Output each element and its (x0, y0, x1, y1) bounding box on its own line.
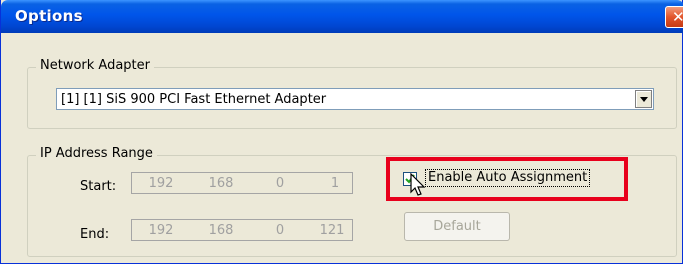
ip-range-legend: IP Address Range (36, 146, 157, 161)
start-ip-field: 192 168 0 1 (131, 172, 353, 194)
mouse-cursor-icon (410, 173, 426, 196)
end-octet-3: 0 (275, 223, 285, 238)
default-button[interactable]: Default (404, 212, 510, 241)
network-adapter-select[interactable]: [1] [1] SiS 900 PCI Fast Ethernet Adapte… (56, 88, 654, 110)
start-octet-3: 0 (275, 176, 285, 191)
start-octet-1: 192 (148, 176, 174, 191)
network-adapter-legend: Network Adapter (36, 58, 154, 73)
title-bar[interactable]: Options ✕ (1, 0, 683, 33)
start-label: Start: (80, 179, 117, 194)
chevron-down-icon (640, 97, 648, 102)
default-button-label: Default (433, 219, 481, 234)
start-octet-2: 168 (208, 176, 234, 191)
start-octet-4: 1 (330, 176, 340, 191)
window-title: Options (15, 7, 83, 25)
close-icon: ✕ (672, 8, 683, 26)
end-octet-2: 168 (208, 223, 234, 238)
end-octet-1: 192 (148, 223, 174, 238)
end-octet-4: 121 (319, 223, 345, 238)
end-label: End: (80, 227, 110, 242)
close-button[interactable]: ✕ (665, 6, 683, 28)
end-ip-field: 192 168 0 121 (131, 219, 353, 241)
network-adapter-value: [1] [1] SiS 900 PCI Fast Ethernet Adapte… (61, 92, 327, 107)
options-dialog: Options ✕ Network Adapter [1] [1] SiS 90… (0, 0, 683, 264)
dropdown-arrow-button[interactable] (635, 90, 652, 108)
